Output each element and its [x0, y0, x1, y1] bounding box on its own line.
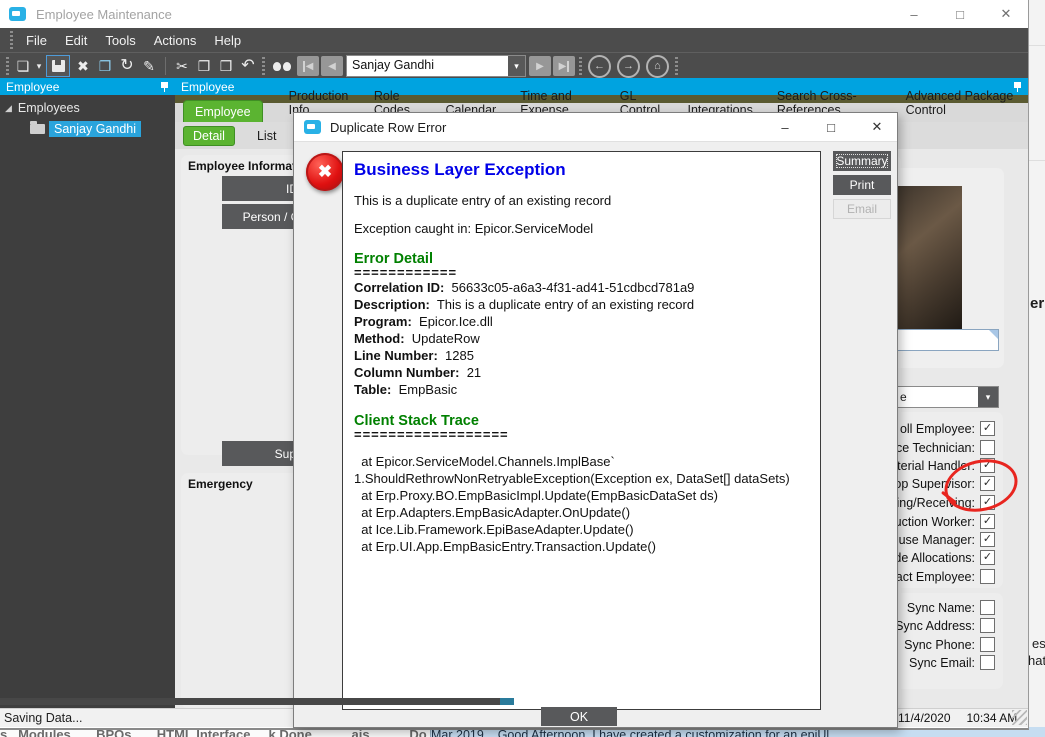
ok-button[interactable]: OK [541, 707, 617, 726]
print-button[interactable]: Print [833, 175, 891, 195]
sync-phone-checkbox[interactable] [980, 637, 995, 652]
close-icon[interactable]: ✕ [998, 6, 1014, 22]
exception-text-area: Business Layer Exception This is a dupli… [342, 151, 821, 710]
window-titlebar: Employee Maintenance – □ ✕ [0, 0, 1028, 28]
field-line-number: Line Number: 1285 [354, 347, 809, 364]
record-combobox-value: Sanjay Gandhi [347, 56, 508, 76]
folder-icon [30, 124, 45, 134]
clear-icon[interactable]: ✎ [138, 59, 160, 73]
chevron-down-icon[interactable]: ▾ [978, 387, 998, 407]
next-record-button[interactable]: ▶ [529, 56, 551, 76]
tab-employee[interactable]: Employee [183, 100, 263, 122]
minimize-icon[interactable]: – [906, 7, 922, 22]
refresh-icon[interactable]: ↻ [116, 58, 138, 74]
save-button[interactable] [46, 55, 70, 77]
save-icon [52, 60, 65, 72]
tab-list[interactable]: List [247, 129, 286, 143]
field-description: Description: This is a duplicate entry o… [354, 296, 809, 313]
progress-strip-tip [500, 698, 514, 705]
menu-bar: File Edit Tools Actions Help [0, 28, 1028, 52]
field-column-number: Column Number: 21 [354, 364, 809, 381]
first-record-button[interactable]: ◀ [297, 56, 319, 76]
previous-record-button[interactable]: ◀ [321, 56, 343, 76]
background-text-fragment: er [1030, 295, 1044, 312]
tree-panel: Employee ◢ Employees Sanjay Gandhi [0, 78, 175, 708]
field-program: Program: Epicor.Ice.dll [354, 313, 809, 330]
sync-name-checkbox[interactable] [980, 600, 995, 615]
new-icon[interactable]: ❏ [12, 59, 34, 73]
exception-caught-in: Exception caught in: Epicor.ServiceModel [354, 221, 809, 236]
chevron-down-icon[interactable]: ▾ [508, 56, 525, 76]
summary-button[interactable]: Summary [833, 151, 891, 171]
exception-message: This is a duplicate entry of an existing… [354, 193, 809, 208]
override-allocations-checkbox[interactable] [980, 550, 995, 565]
undo-icon[interactable]: ↶ [237, 58, 259, 74]
employee-tree: ◢ Employees Sanjay Gandhi [0, 95, 175, 137]
delete-icon[interactable]: ✖ [72, 59, 94, 73]
toolbar: ❏ ▾ ✖ ❐ ↻ ✎ ✂ ❐ ❒ ↶ ◀ ◀ Sanjay Gandhi ▾ … [0, 52, 1028, 79]
tab-advanced-package-control[interactable]: Advanced Package Control [894, 89, 1028, 122]
forward-icon[interactable]: → [617, 55, 640, 78]
menu-edit[interactable]: Edit [56, 33, 96, 48]
record-combobox[interactable]: Sanjay Gandhi ▾ [346, 55, 526, 77]
tree-node-sanjay-gandhi[interactable]: Sanjay Gandhi [30, 121, 175, 137]
payroll-employee-checkbox[interactable] [980, 421, 995, 436]
exception-heading: Business Layer Exception [354, 160, 809, 180]
sync-address-checkbox[interactable] [980, 618, 995, 633]
emergency-label: Emergency [188, 477, 253, 491]
duplicate-row-error-dialog: Duplicate Row Error – □ ✕ Business Layer… [293, 112, 898, 728]
last-record-button[interactable]: ▶ [553, 56, 575, 76]
maximize-icon[interactable]: □ [823, 120, 839, 135]
epicor-app-icon [304, 120, 321, 134]
background-text-fragment: hat [1028, 653, 1045, 668]
service-technician-checkbox[interactable] [980, 440, 995, 455]
menu-grip [10, 31, 13, 49]
selected-tree-item-label: Sanjay Gandhi [49, 121, 141, 137]
progress-strip [0, 698, 500, 705]
dialog-titlebar: Duplicate Row Error – □ ✕ [294, 113, 897, 142]
tree-panel-header: Employee [0, 78, 175, 95]
error-icon [306, 153, 344, 191]
tree-expander-icon[interactable]: ◢ [5, 103, 12, 114]
home-icon[interactable]: ⌂ [646, 55, 669, 78]
menu-file[interactable]: File [17, 33, 56, 48]
production-worker-checkbox[interactable] [980, 514, 995, 529]
email-button[interactable]: Email [833, 199, 891, 219]
paste-special-icon[interactable]: ❐ [94, 59, 116, 73]
toolbar-grip [6, 57, 9, 75]
tree-node-employees[interactable]: ◢ Employees [0, 95, 175, 117]
warehouse-manager-checkbox[interactable] [980, 532, 995, 547]
search-icon[interactable] [272, 61, 292, 72]
menu-help[interactable]: Help [205, 33, 250, 48]
pin-icon[interactable] [160, 81, 169, 93]
contract-employee-checkbox[interactable] [980, 569, 995, 584]
background-page-strip [1028, 0, 1045, 737]
menu-tools[interactable]: Tools [96, 33, 144, 48]
close-icon[interactable]: ✕ [869, 119, 885, 135]
sync-email-checkbox[interactable] [980, 655, 995, 670]
copy-icon[interactable]: ❐ [193, 59, 215, 73]
field-method: Method: UpdateRow [354, 330, 809, 347]
status-time: 10:34 AM [967, 711, 1018, 725]
tab-detail[interactable]: Detail [183, 126, 235, 146]
resize-grip[interactable] [1012, 710, 1027, 725]
dialog-title: Duplicate Row Error [330, 120, 446, 135]
menu-actions[interactable]: Actions [145, 33, 206, 48]
paste-icon[interactable]: ❒ [215, 59, 237, 73]
status-date: 11/4/2020 [898, 711, 951, 725]
back-icon[interactable]: ← [588, 55, 611, 78]
field-correlation-id: Correlation ID: 56633c05-a6a3-4f31-ad41-… [354, 279, 809, 296]
epicor-app-icon [9, 7, 26, 21]
maximize-icon[interactable]: □ [952, 7, 968, 22]
minimize-icon[interactable]: – [777, 120, 793, 135]
window-title: Employee Maintenance [36, 7, 172, 22]
stack-trace: at Epicor.ServiceModel.Channels.ImplBase… [354, 453, 809, 555]
new-dropdown-caret-icon[interactable]: ▾ [34, 62, 44, 71]
employee-photo [890, 186, 962, 344]
background-text-fragment: es [1032, 636, 1045, 651]
field-table: Table: EmpBasic [354, 381, 809, 398]
status-message: Saving Data... [4, 711, 83, 725]
cut-icon[interactable]: ✂ [171, 59, 193, 73]
